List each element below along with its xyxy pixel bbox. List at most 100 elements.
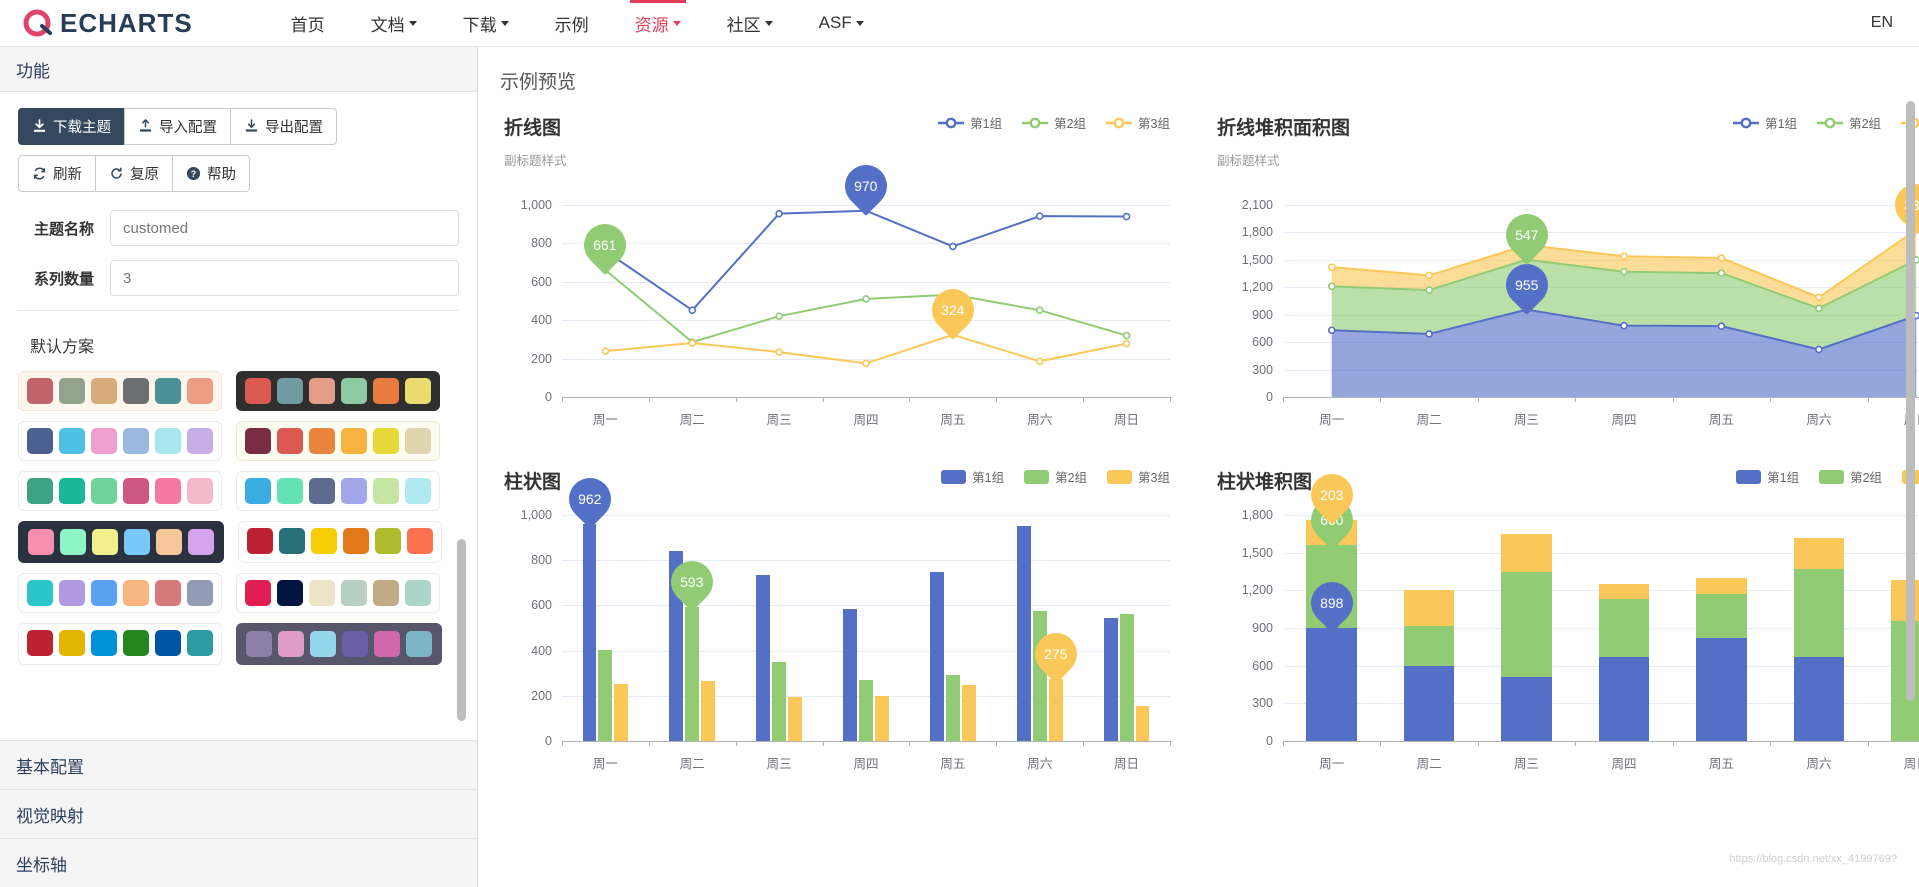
palette-option[interactable] [18, 421, 222, 461]
legend-item[interactable]: 第1组 [941, 467, 1004, 486]
nav-item-asf[interactable]: ASF [796, 0, 887, 47]
palette-option[interactable] [18, 371, 222, 411]
palette-option[interactable] [236, 623, 442, 665]
y-axis-tick-label: 1,800 [1241, 225, 1273, 240]
legend-item[interactable]: 第1组 [938, 113, 1002, 132]
palette-swatch [309, 478, 335, 504]
legend-item[interactable]: 第3组 [1106, 113, 1170, 132]
bar [598, 649, 613, 741]
nav-item-community[interactable]: 社区 [704, 0, 796, 47]
palette-swatch [341, 478, 367, 504]
restore-button[interactable]: 复原 [95, 155, 173, 192]
nav-item-home[interactable]: 首页 [268, 0, 348, 47]
axis-tick [1672, 397, 1674, 402]
legend-item[interactable]: 第1组 [1733, 113, 1797, 132]
theme-name-input[interactable] [110, 210, 459, 246]
accordion-item-visual-map[interactable]: 视觉映射 [0, 789, 477, 838]
preview-scrollbar[interactable] [1906, 101, 1915, 701]
chart-plot-area: 0 300 600 900 1,200 1,500 1,800 2,100 周一 周二 周三 周四 周五… [1242, 174, 1919, 427]
palette-swatch [342, 631, 368, 657]
data-label-value: 324 [941, 301, 965, 318]
legend-marker [1107, 469, 1133, 484]
palette-option[interactable] [18, 521, 224, 563]
brand-logo[interactable]: ECHARTS [22, 7, 193, 39]
chevron-down-icon [672, 20, 681, 26]
chart-legend: 第1组第2组第3组 [1736, 467, 1919, 486]
palette-swatch [245, 478, 271, 504]
legend-item[interactable]: 第2组 [1817, 113, 1881, 132]
axis-tick [1867, 397, 1869, 402]
bar [1598, 598, 1650, 657]
nav-item-examples[interactable]: 示例 [532, 0, 612, 47]
download-theme-button[interactable]: 下载主题 [18, 108, 125, 145]
button-label: 帮助 [207, 167, 236, 183]
legend-item[interactable]: 第2组 [1819, 467, 1882, 486]
palette-option[interactable] [236, 573, 440, 613]
x-axis-tick-label: 周二 [679, 757, 705, 771]
y-axis-tick-label: 900 [1252, 307, 1273, 322]
legend-item[interactable]: 第2组 [1022, 113, 1086, 132]
language-switch[interactable]: EN [1871, 14, 1893, 32]
y-axis-tick-label: 800 [531, 236, 552, 251]
palette-swatch [27, 580, 53, 606]
palette-swatch [188, 529, 214, 555]
y-axis-tick-label: 800 [531, 553, 552, 568]
legend-item[interactable]: 第3组 [1107, 467, 1170, 486]
x-axis-tick-label: 周四 [1611, 757, 1637, 771]
legend-item[interactable]: 第2组 [1024, 467, 1087, 486]
bar [788, 696, 802, 741]
bar [1403, 666, 1455, 741]
palette-swatch [311, 528, 337, 554]
legend-label: 第2组 [1850, 471, 1883, 485]
palette-option[interactable] [18, 573, 222, 613]
palette-swatch [187, 630, 213, 656]
palette-option[interactable] [236, 421, 440, 461]
palette-swatch [341, 378, 367, 404]
bar [1696, 594, 1747, 639]
palette-option[interactable] [18, 623, 222, 665]
nav-item-resources[interactable]: 资源 [612, 0, 704, 47]
legend-item[interactable]: 第1组 [1736, 467, 1799, 486]
legend-label: 第1组 [970, 117, 1003, 131]
accordion-item-axis[interactable]: 坐标轴 [0, 838, 477, 887]
data-label-value: 661 [593, 237, 618, 254]
data-label-value: 962 [577, 490, 602, 507]
palette-option[interactable] [236, 471, 440, 511]
accordion-label: 视觉映射 [16, 806, 84, 826]
palette-swatch [91, 630, 117, 656]
nav-menu: 首页 文档 下载 示例 资源 社区 ASF [268, 0, 887, 47]
secondary-button-group: 刷新 复原 ? 帮助 [18, 155, 459, 192]
palette-swatch [247, 528, 273, 554]
sidebar-scrollbar[interactable] [457, 539, 466, 721]
palette-swatch [277, 428, 303, 454]
axis-tick [1380, 741, 1382, 746]
palette-swatch [343, 528, 369, 554]
import-config-button[interactable]: 导入配置 [124, 108, 231, 145]
series-count-input[interactable] [110, 260, 459, 296]
palette-option[interactable] [236, 371, 440, 411]
refresh-button[interactable]: 刷新 [18, 155, 96, 192]
bar [1598, 656, 1650, 741]
nav-item-download[interactable]: 下载 [440, 0, 532, 47]
chart-series-svg [601, 206, 1131, 368]
help-button[interactable]: ? 帮助 [172, 155, 250, 192]
export-config-button[interactable]: 导出配置 [230, 108, 337, 145]
palette-swatch [278, 631, 304, 657]
sidebar: 功能 下载主题 导入配置 导出配置 刷新 复原 ? 帮助 主题名称 custom… [0, 47, 478, 887]
palette-swatch [375, 528, 401, 554]
axis-tick [1477, 397, 1479, 402]
gridline [562, 397, 1170, 398]
nav-item-docs[interactable]: 文档 [348, 0, 440, 47]
palette-swatch [405, 478, 431, 504]
x-axis-tick-label: 周三 [1514, 413, 1540, 427]
chart-legend: 第1组第2组第3组 [1733, 113, 1919, 132]
preview-title: 示例预览 [500, 72, 577, 93]
palette-option[interactable] [18, 471, 222, 511]
chart-subtitle: 副标题样式 [504, 154, 567, 168]
palette-option[interactable] [238, 521, 442, 563]
accordion-item-basic-config[interactable]: 基本配置 [0, 740, 477, 789]
data-label-value: 955 [1514, 276, 1539, 293]
chart-series-svg [1327, 225, 1919, 397]
legend-marker [1106, 117, 1133, 129]
chevron-down-icon [408, 20, 417, 26]
